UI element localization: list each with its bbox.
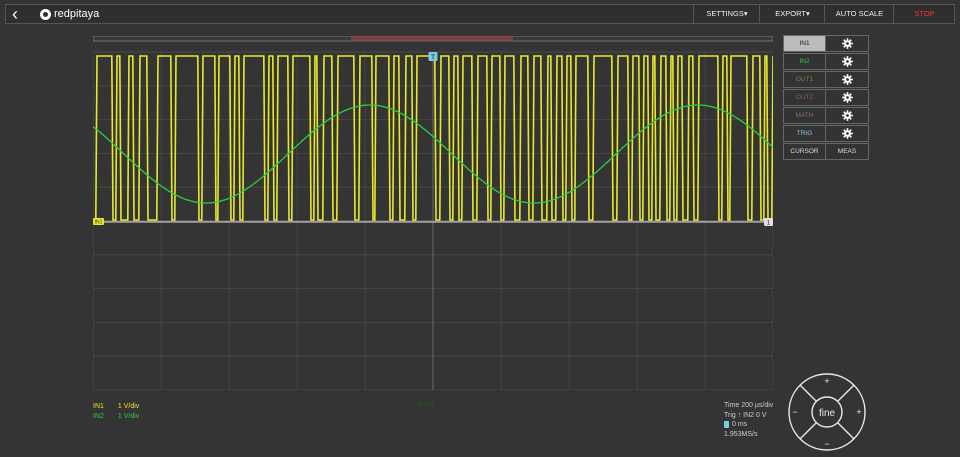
out1-settings-gear-icon[interactable] xyxy=(826,71,869,88)
fine-navigation-pad[interactable]: fine + − − + xyxy=(787,372,867,452)
in1-settings-gear-icon[interactable] xyxy=(826,35,869,52)
trigger-level-marker[interactable]: 1 xyxy=(764,218,773,227)
in2-settings-gear-icon[interactable] xyxy=(826,53,869,70)
channel-panel: IN1 IN2 OUT1 OUT2 MATH TRIG CURSOR MEAS xyxy=(783,35,869,161)
channel-scale-info: IN1 1 V/div IN2 1 V/div xyxy=(93,402,139,422)
pad-left-button[interactable]: − xyxy=(792,407,797,417)
in2-button[interactable]: IN2 xyxy=(783,53,826,70)
time-offset-marker-icon xyxy=(724,421,729,429)
buffer-view-window[interactable] xyxy=(351,36,513,41)
math-button[interactable]: MATH xyxy=(783,107,826,124)
pad-right-button[interactable]: + xyxy=(856,407,861,417)
cursor-button[interactable]: CURSOR xyxy=(783,143,826,160)
math-settings-gear-icon[interactable] xyxy=(826,107,869,124)
brand-name: redpitaya xyxy=(54,8,100,20)
trig-settings-gear-icon[interactable] xyxy=(826,125,869,142)
in1-info-name: IN1 xyxy=(93,403,104,410)
auto-scale-button[interactable]: AUTO SCALE xyxy=(824,5,894,23)
sample-rate: 1.953MS/s xyxy=(724,430,758,438)
back-arrow-icon[interactable]: ‹ xyxy=(12,4,18,24)
trigger-info: Trig ↑ IN2 0 V xyxy=(724,411,767,419)
time-offset: 0 ms xyxy=(732,421,748,428)
in1-button[interactable]: IN1 xyxy=(783,35,826,52)
oscilloscope-plot[interactable]: T IN1 1 xyxy=(93,36,773,390)
out1-button[interactable]: OUT1 xyxy=(783,71,826,88)
meas-button[interactable]: MEAS xyxy=(826,143,869,160)
export-menu[interactable]: EXPORT▾ xyxy=(759,5,825,23)
in2-info-scale: 1 V/div xyxy=(117,413,140,420)
out2-settings-gear-icon[interactable] xyxy=(826,89,869,106)
redpitaya-logo-icon xyxy=(40,8,51,20)
time-per-div: Time 200 µs/div xyxy=(724,402,774,409)
stop-button[interactable]: STOP xyxy=(893,5,955,23)
acquisition-status: AUTO xyxy=(417,402,434,408)
settings-menu[interactable]: SETTINGS▾ xyxy=(693,5,760,23)
brand-logo: redpitaya xyxy=(40,7,99,21)
trigger-position-marker[interactable]: T xyxy=(428,52,438,62)
in1-marker-label: IN1 xyxy=(95,220,103,226)
trig-button[interactable]: TRIG xyxy=(783,125,826,142)
time-info: Time 200 µs/div Trig ↑ IN2 0 V 0 ms 1.95… xyxy=(724,401,773,439)
pad-down-button[interactable]: − xyxy=(824,439,829,449)
out2-button[interactable]: OUT2 xyxy=(783,89,826,106)
in1-info-scale: 1 V/div xyxy=(117,403,140,410)
in1-offset-marker[interactable]: IN1 xyxy=(93,218,104,226)
top-bar: ‹ redpitaya SETTINGS▾ EXPORT▾ AUTO SCALE… xyxy=(5,4,955,24)
fine-button[interactable]: fine xyxy=(819,408,836,419)
trigger-marker-label: T xyxy=(431,55,436,62)
pad-up-button[interactable]: + xyxy=(824,376,829,386)
trigger-level-label: 1 xyxy=(767,220,771,227)
in2-info-name: IN2 xyxy=(93,413,104,420)
